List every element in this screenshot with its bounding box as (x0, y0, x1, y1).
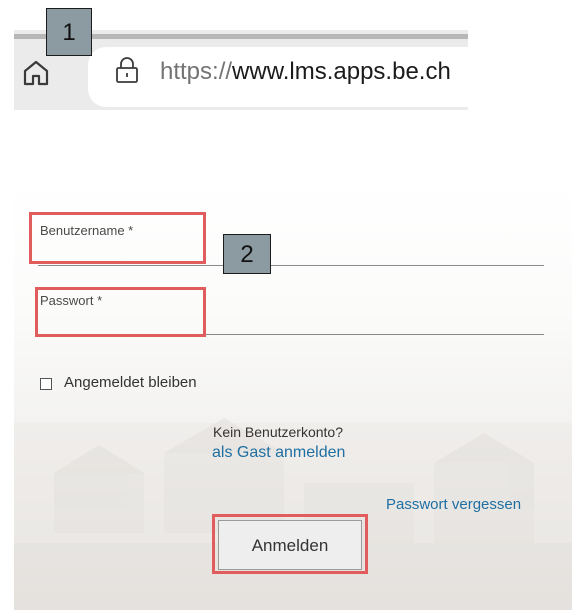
no-account-text: Kein Benutzerkonto? (213, 424, 343, 440)
username-label: Benutzername * (40, 223, 134, 238)
password-label: Passwort * (40, 293, 103, 308)
remember-checkbox[interactable] (40, 378, 52, 390)
guest-login-link[interactable]: als Gast anmelden (212, 444, 345, 462)
lock-icon[interactable] (114, 56, 140, 84)
url-text[interactable]: https://www.lms.apps.be.ch (160, 54, 451, 90)
callout-1: 1 (46, 8, 92, 56)
url-host: www.lms.apps.be.ch (232, 58, 451, 85)
login-button[interactable]: Anmelden (218, 520, 362, 570)
home-icon[interactable] (22, 58, 50, 86)
password-input[interactable] (38, 334, 544, 335)
callout-2: 2 (223, 234, 271, 274)
username-input[interactable] (38, 265, 544, 266)
forgot-password-link[interactable]: Passwort vergessen (386, 496, 521, 513)
url-scheme: https:// (160, 58, 233, 85)
remember-label[interactable]: Angemeldet bleiben (64, 374, 197, 391)
